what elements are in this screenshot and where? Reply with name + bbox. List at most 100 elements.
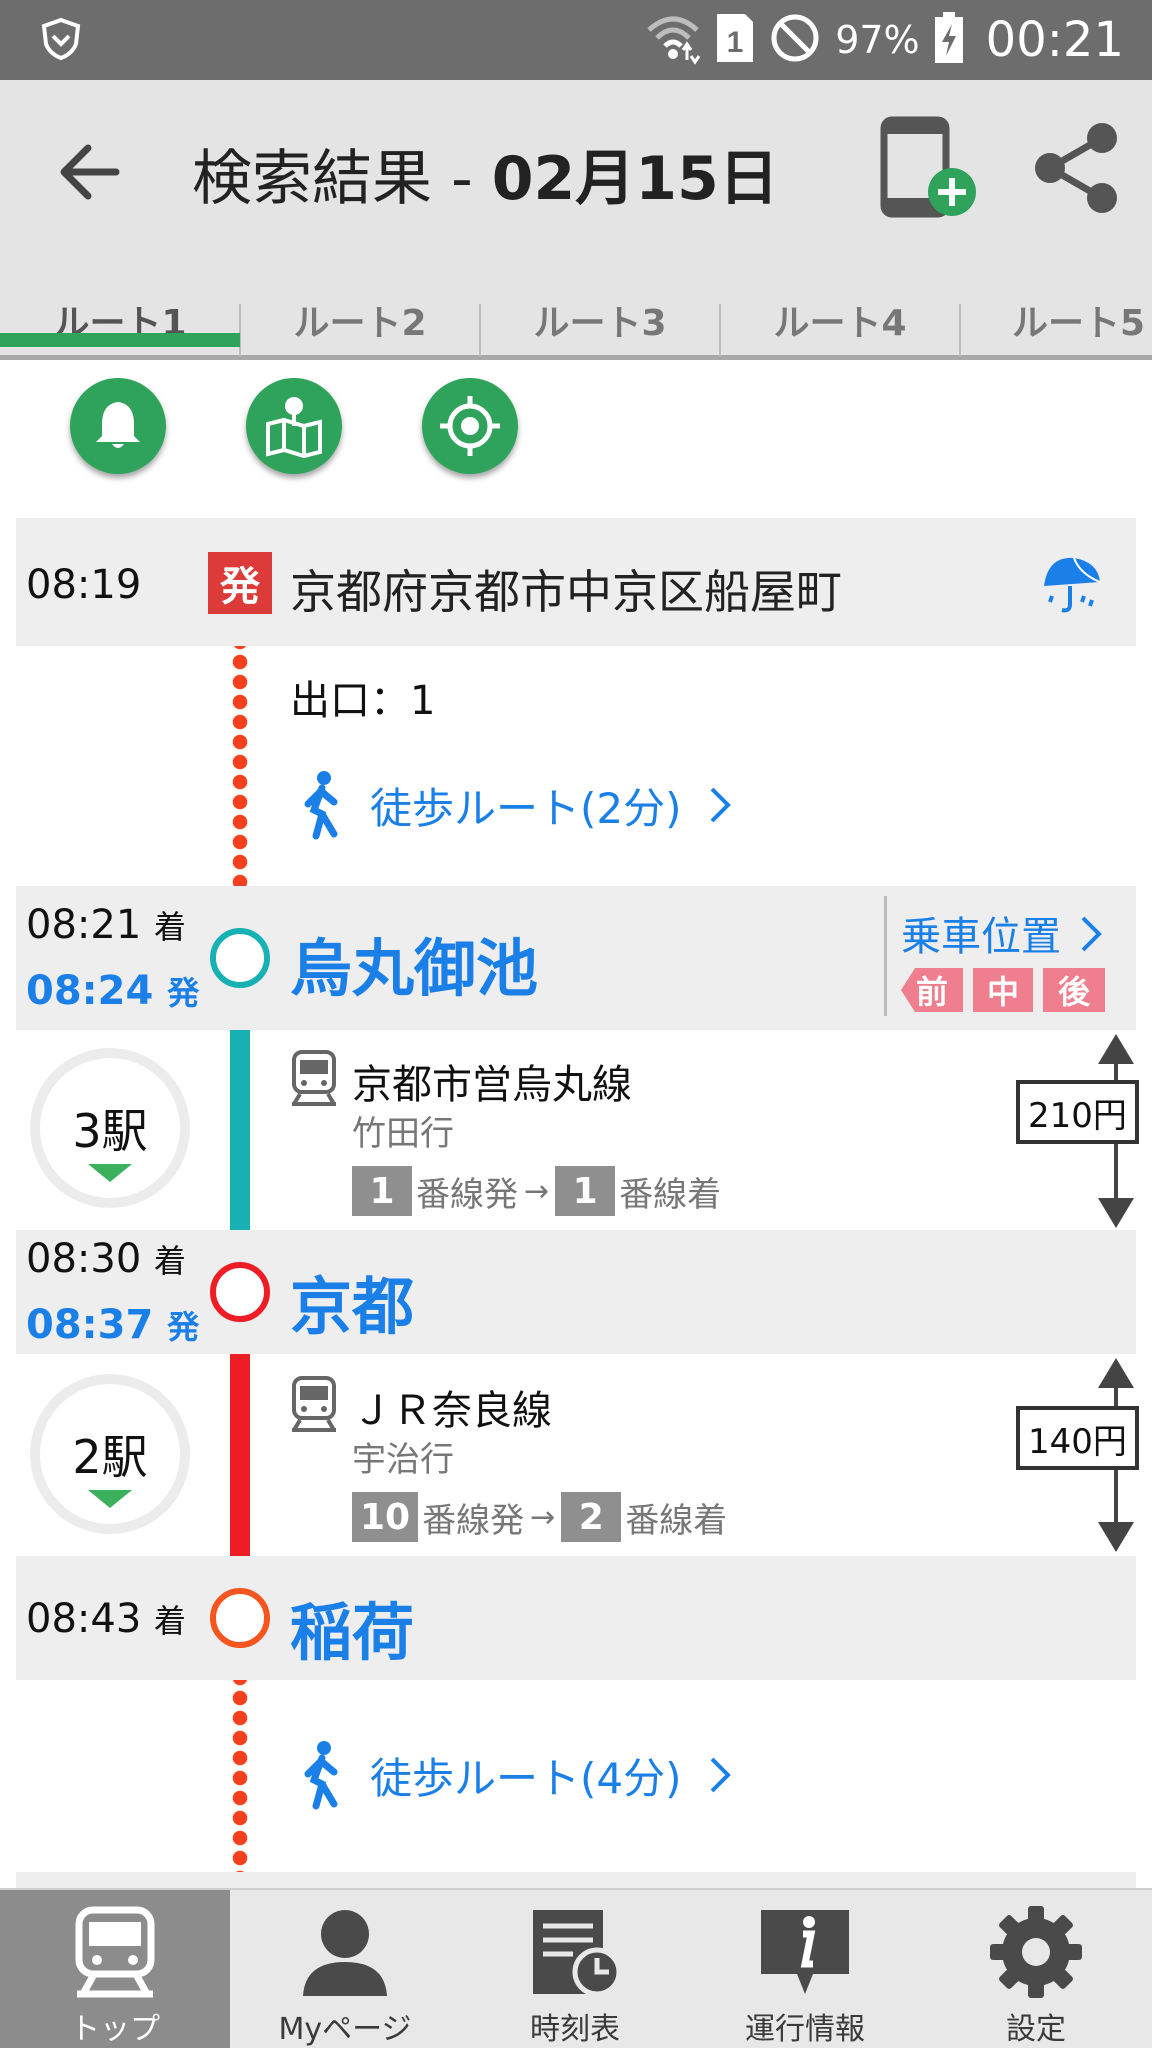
to-track-label: 番線着 — [625, 1500, 728, 1541]
arrival-suffix: 着 — [154, 908, 187, 946]
line-name[interactable]: ＪＲ奈良線 — [352, 1378, 552, 1436]
expand-down-icon — [88, 1164, 132, 1182]
rain-weather-icon[interactable] — [1040, 552, 1104, 620]
info-bubble-icon — [761, 1910, 849, 1994]
tab-route-2[interactable]: ルート2 — [240, 280, 480, 360]
walk-route-line — [231, 612, 249, 928]
boarding-position[interactable]: 乗車位置 前 中 後 — [884, 896, 1114, 1016]
active-tab-indicator — [0, 333, 240, 347]
route-tabs: ルート1 ルート2 ルート3 ルート4 ルート5 — [0, 280, 1152, 360]
car-middle: 中 — [973, 968, 1033, 1012]
gear-icon — [990, 1906, 1082, 1998]
arrival-suffix: 着 — [154, 1602, 187, 1640]
platform-info: 10 番線発 → 2 番線着 — [352, 1492, 727, 1542]
tab-route-5[interactable]: ルート5 — [960, 280, 1152, 360]
chevron-right-icon — [1081, 916, 1102, 952]
station-node — [210, 1588, 270, 1648]
fare-arrow-down-icon — [1098, 1522, 1134, 1552]
train-icon — [292, 1376, 336, 1432]
share-button[interactable] — [1028, 120, 1124, 216]
from-track-label: 番線発 — [422, 1500, 525, 1541]
fare-badge: 210円 — [1016, 1080, 1139, 1144]
nav-mypage[interactable]: Myページ — [230, 1890, 460, 2048]
phone-add-icon — [880, 116, 976, 218]
tab-route-1[interactable]: ルート1 — [0, 280, 240, 360]
alarm-button[interactable] — [70, 378, 166, 474]
to-track: 1 — [555, 1166, 616, 1216]
expand-down-icon — [88, 1490, 132, 1508]
sim-icon: 1 — [715, 12, 755, 68]
timetable-clock-icon — [533, 1910, 622, 1997]
origin-address: 京都府京都市中京区船屋町 — [290, 565, 842, 619]
nav-settings[interactable]: 設定 — [920, 1890, 1152, 2048]
do-not-disturb-icon — [769, 12, 821, 68]
walk-route-link[interactable]: 徒歩ルート(4分) — [300, 1740, 734, 1810]
departure-time-value: 08:37 — [26, 1302, 154, 1348]
station-name[interactable]: 京都 — [290, 1256, 414, 1346]
nav-label: Myページ — [278, 2012, 412, 2047]
nav-label: 設定 — [1006, 2012, 1066, 2047]
tab-route-4[interactable]: ルート4 — [720, 280, 960, 360]
departure-time-value: 08:24 — [26, 968, 154, 1014]
departure-suffix: 発 — [167, 974, 200, 1012]
arrival-time-value: 08:30 — [26, 1236, 142, 1282]
walking-person-icon — [304, 1741, 338, 1810]
station-name[interactable]: 稲荷 — [290, 1582, 414, 1672]
station-name[interactable]: 烏丸御池 — [290, 918, 538, 1008]
departure-suffix: 発 — [167, 1308, 200, 1346]
exit-info: 出口：1 — [290, 678, 436, 724]
chevron-right-icon — [710, 1757, 731, 1793]
nav-label: 時刻表 — [530, 2012, 620, 2047]
battery-charging-icon — [934, 12, 964, 68]
train-icon — [292, 1050, 336, 1106]
from-track: 1 — [352, 1166, 412, 1216]
arrow-right-icon: → — [524, 1173, 550, 1209]
crosshair-icon — [440, 396, 500, 456]
fare-arrow-down-icon — [1098, 1198, 1134, 1228]
sim-number: 1 — [727, 26, 744, 59]
arrival-time-value: 08:21 — [26, 902, 142, 948]
line-name[interactable]: 京都市営烏丸線 — [352, 1052, 632, 1110]
departure-time: 08:24 発 — [26, 968, 199, 1014]
screen: 1 97% 00:21 検索結果 - 02月15日 ルート1 ルート2 ルート3… — [0, 0, 1152, 2048]
to-track: 2 — [561, 1492, 622, 1542]
arrow-left-icon — [60, 144, 120, 200]
fare-badge: 140円 — [1016, 1406, 1139, 1470]
station-node — [210, 928, 270, 988]
map-pin-icon — [266, 397, 322, 458]
clock: 00:21 — [985, 12, 1124, 68]
page-title: 検索結果 - 02月15日 — [192, 130, 779, 217]
share-icon — [1035, 123, 1117, 213]
nav-label: 運行情報 — [745, 2012, 865, 2047]
status-bar: 1 97% 00:21 — [0, 0, 1152, 80]
arrival-time: 08:30 着 — [26, 1236, 186, 1282]
back-button[interactable] — [50, 132, 130, 212]
walk-route-label: 徒歩ルート(4分) — [370, 1753, 682, 1803]
depart-time: 08:19 — [26, 562, 142, 608]
stop-count-badge[interactable]: 2駅 — [30, 1374, 190, 1534]
to-track-label: 番線着 — [619, 1174, 722, 1215]
depart-badge: 発 — [208, 552, 272, 614]
add-to-phone-button[interactable] — [880, 116, 980, 226]
arrival-suffix: 着 — [154, 1242, 187, 1280]
app-bar: 検索結果 - 02月15日 — [0, 80, 1152, 280]
from-track-label: 番線発 — [416, 1174, 518, 1215]
platform-info: 1 番線発 → 1 番線着 — [352, 1166, 721, 1216]
map-button[interactable] — [246, 378, 342, 474]
title-date: 02月15日 — [491, 144, 779, 214]
car-front: 前 — [901, 968, 963, 1012]
boarding-position-link[interactable]: 乗車位置 — [901, 904, 1061, 962]
walk-route-link[interactable]: 徒歩ルート(2分) — [300, 770, 734, 840]
from-track: 10 — [352, 1492, 419, 1542]
departure-time: 08:37 発 — [26, 1302, 199, 1348]
nav-top[interactable]: トップ — [0, 1890, 230, 2048]
nav-timetable[interactable]: 時刻表 — [460, 1890, 690, 2048]
car-rear: 後 — [1043, 968, 1105, 1012]
current-location-button[interactable] — [422, 378, 518, 474]
wifi-icon — [645, 10, 701, 70]
tab-route-3[interactable]: ルート3 — [480, 280, 720, 360]
walk-route-line-2 — [231, 1648, 249, 1888]
stop-count-badge[interactable]: 3駅 — [30, 1048, 190, 1208]
nav-service-info[interactable]: 運行情報 — [690, 1890, 920, 2048]
battery-percent: 97% — [835, 18, 920, 62]
